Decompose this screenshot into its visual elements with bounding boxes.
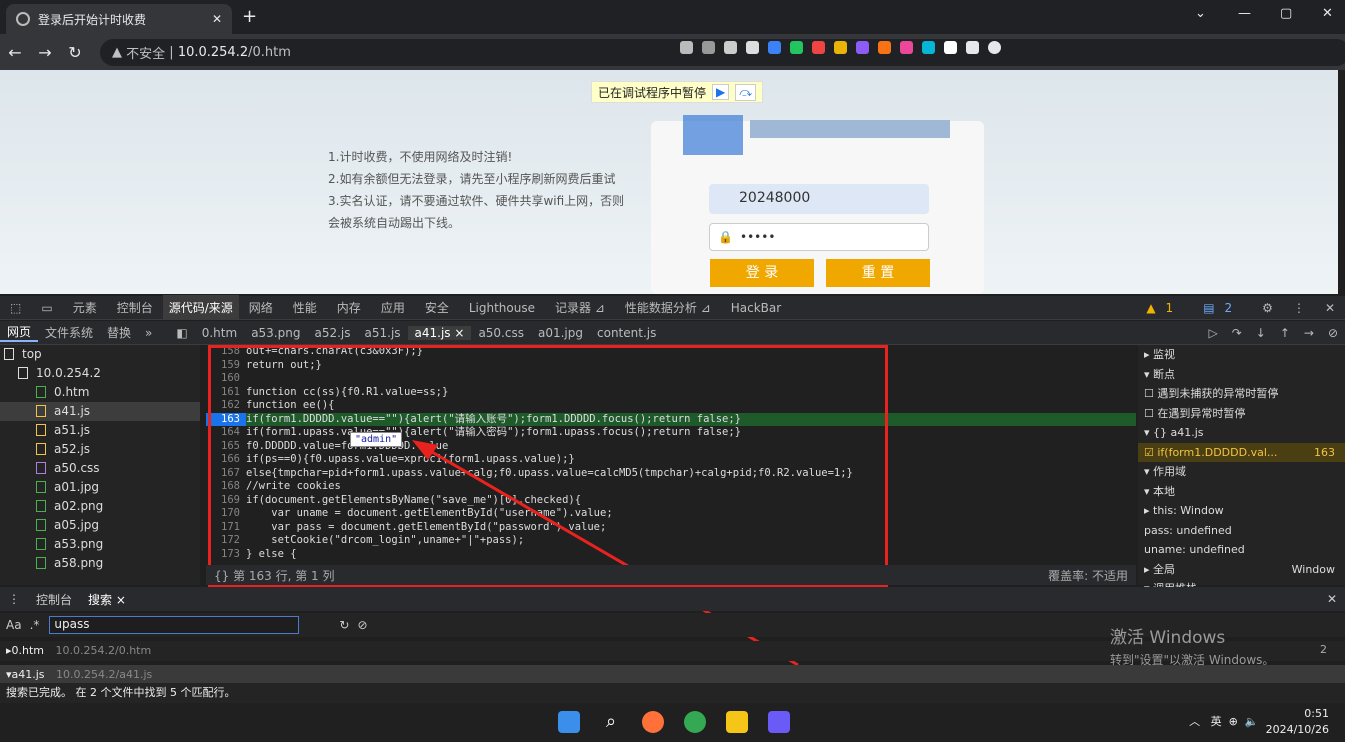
debugger-row-label: ☐ 在遇到异常时暂停	[1144, 406, 1246, 420]
tray-expand-icon[interactable]: ︿	[1189, 715, 1207, 728]
debugger-row[interactable]: ☐ 在遇到异常时暂停	[1138, 404, 1345, 424]
debugger-row-label: ▾ 作用域	[1144, 465, 1187, 478]
debugger-row[interactable]: ▾ 断点	[1138, 365, 1345, 385]
network-icon[interactable]: ⊕	[1225, 715, 1241, 728]
debugger-row[interactable]: ▸ 监视	[1138, 345, 1345, 365]
taskbar	[0, 703, 1345, 742]
debugger-row-label: ▸ this: Window	[1144, 504, 1224, 517]
system-tray: ︿ 英 ⊕ 🔈 0:51 2024/10/26	[1189, 706, 1329, 738]
debugger-row[interactable]: ▾ 作用域	[1138, 462, 1345, 482]
chrome-icon[interactable]	[684, 711, 706, 733]
result-count: 2	[1320, 643, 1327, 656]
debugger-row[interactable]: pass: undefined	[1138, 521, 1345, 541]
app-icon[interactable]	[768, 711, 790, 733]
match-case-icon[interactable]: Aa	[0, 618, 22, 632]
debugger-row[interactable]: ▾ {} a41.js	[1138, 423, 1345, 443]
debugger-row[interactable]: ☑ if(form1.DDDDD.val... 163	[1138, 442, 1345, 462]
search-summary: 搜索已完成。 在 2 个文件中找到 5 个匹配行。	[0, 683, 1345, 703]
debugger-row-label: ▸ 监视	[1144, 348, 1176, 361]
refresh-search-icon[interactable]: ↻	[339, 618, 349, 632]
cursor-position: {} 第 163 行, 第 1 列	[214, 568, 335, 583]
activation-watermark: 激活 Windows 转到"设置"以激活 Windows。	[1110, 627, 1274, 671]
clock-date[interactable]: 2024/10/26	[1266, 722, 1329, 738]
debugger-sidebar: ▸ 监视 ▾ 断点 ☐ 遇到未捕获的异常时暂停 ☐ 在遇到异常时暂停 ▾ {} a41.…	[1138, 345, 1345, 595]
search-input[interactable]: upass	[49, 616, 300, 634]
editor-status-bar: {} 第 163 行, 第 1 列 覆盖率: 不适用	[206, 565, 1136, 585]
drawer-tab-console[interactable]: 控制台	[28, 591, 80, 608]
close-drawer-icon[interactable]: ✕	[1319, 592, 1345, 606]
debugger-row[interactable]: uname: undefined	[1138, 540, 1345, 560]
result-file: ▾a41.js	[6, 668, 45, 681]
debugger-row-label: ▾ 本地	[1144, 484, 1176, 498]
drawer-tabbar: ⋮ 控制台 搜索 × ✕	[0, 587, 1345, 611]
debugger-row-value: Window	[1291, 562, 1335, 576]
ime-indicator[interactable]: 英	[1211, 715, 1222, 728]
debugger-row[interactable]: ▸ 全局 Window	[1138, 560, 1345, 580]
regex-icon[interactable]: .*	[22, 618, 40, 632]
coverage-status: 覆盖率: 不适用	[1048, 568, 1128, 583]
volume-icon[interactable]: 🔈	[1245, 715, 1262, 728]
windows-start-icon[interactable]	[558, 711, 580, 733]
debugger-row-label: ☐ 遇到未捕获的异常时暂停	[1144, 387, 1279, 400]
drawer-menu-icon[interactable]: ⋮	[0, 592, 28, 606]
clear-search-icon[interactable]: ⊘	[357, 618, 367, 632]
debugger-row-label: ▾ 断点	[1144, 367, 1176, 381]
debugger-row-label: ☑ if(form1.DDDDD.val...	[1144, 445, 1278, 459]
watermark-sub: 转到"设置"以激活 Windows。	[1110, 653, 1275, 667]
watermark-title: 激活 Windows	[1110, 628, 1226, 648]
clock-time[interactable]: 0:51	[1266, 706, 1329, 722]
firefox-icon[interactable]	[642, 711, 664, 733]
debugger-row-label: uname: undefined	[1144, 543, 1245, 556]
debugger-row-value: 163	[1314, 445, 1335, 459]
search-icon[interactable]: ⌕	[600, 711, 622, 733]
file-explorer-icon[interactable]	[726, 711, 748, 733]
result-file: ▸0.htm	[6, 644, 45, 657]
debugger-row[interactable]: ▾ 本地	[1138, 482, 1345, 502]
debugger-row[interactable]: ☐ 遇到未捕获的异常时暂停	[1138, 384, 1345, 404]
result-path: 10.0.254.2/a41.js	[56, 668, 153, 681]
debugger-row[interactable]: ▸ this: Window	[1138, 501, 1345, 521]
result-path: 10.0.254.2/0.htm	[55, 644, 152, 657]
debugger-row-label: ▾ {} a41.js	[1144, 426, 1204, 439]
drawer-tab-search[interactable]: 搜索 ×	[80, 591, 134, 608]
debugger-row-label: pass: undefined	[1144, 523, 1232, 537]
debugger-row-label: ▸ 全局	[1144, 562, 1176, 576]
